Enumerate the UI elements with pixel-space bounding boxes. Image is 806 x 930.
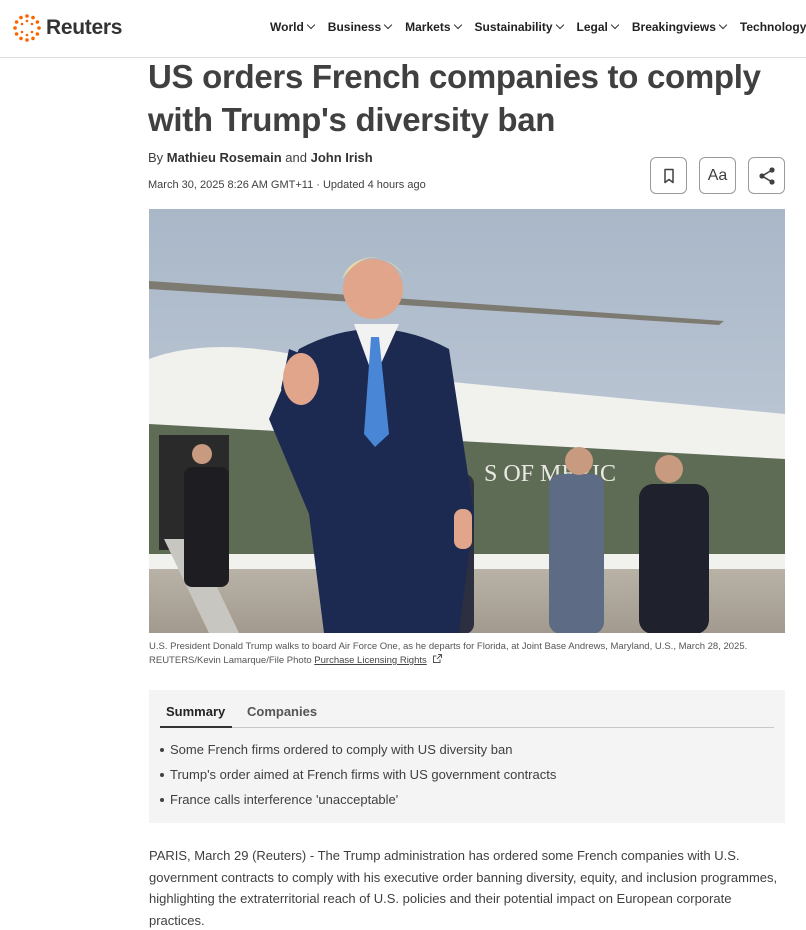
chevron-down-icon [610, 20, 620, 30]
article-dateline: March 30, 2025 8:26 AM GMT+11 · Updated … [148, 179, 426, 191]
purchase-licensing-link[interactable]: Purchase Licensing Rights [314, 655, 426, 666]
nav-item-technology[interactable]: Technology [740, 20, 806, 34]
byline-conjunction: and [285, 150, 307, 165]
nav-item-breakingviews[interactable]: Breakingviews [631, 20, 728, 34]
chevron-down-icon [383, 20, 393, 30]
bullet-text: France calls interference 'unacceptable' [170, 792, 399, 807]
summary-tabs: Summary Companies [159, 690, 774, 728]
top-navigation-bar: Reuters World Business Markets Sustainab… [0, 0, 806, 58]
nav-label: Legal [576, 20, 608, 34]
byline-prefix: By [148, 150, 164, 165]
nav-label: Breakingviews [631, 20, 716, 34]
bookmark-icon [663, 168, 674, 183]
font-size-button[interactable]: Aa [699, 157, 736, 194]
bookmark-button[interactable] [650, 157, 687, 194]
nav-label: Sustainability [474, 20, 553, 34]
nav-item-sustainability[interactable]: Sustainability [474, 20, 564, 34]
nav-label: Markets [405, 20, 451, 34]
nav-item-business[interactable]: Business [327, 20, 393, 34]
byline: By Mathieu Rosemain and John Irish [148, 150, 373, 165]
article-body-paragraph: PARIS, March 29 (Reuters) - The Trump ad… [149, 848, 778, 928]
nav-item-markets[interactable]: Markets [405, 20, 462, 34]
bullet-text: Trump's order aimed at French firms with… [170, 767, 557, 782]
share-button[interactable] [748, 157, 785, 194]
tab-companies[interactable]: Companies [247, 704, 317, 719]
nav-label: Technology [739, 20, 806, 34]
reuters-logo[interactable]: Reuters [12, 13, 122, 43]
nav-label: World [270, 20, 304, 34]
summary-bullet-list: Some French firms ordered to comply with… [160, 742, 556, 817]
external-link-icon[interactable] [432, 653, 443, 664]
nav-item-world[interactable]: World [270, 20, 316, 34]
chevron-down-icon [453, 20, 462, 30]
nav-label: Business [327, 20, 382, 34]
list-item: Trump's order aimed at French firms with… [160, 767, 556, 792]
author-link[interactable]: John Irish [311, 150, 373, 165]
nav-item-legal[interactable]: Legal [576, 20, 620, 34]
author-link[interactable]: Mathieu Rosemain [167, 150, 282, 165]
bullet-icon [160, 773, 164, 777]
reuters-logo-icon [13, 14, 41, 42]
photo-caption: U.S. President Donald Trump walks to boa… [149, 640, 789, 667]
bullet-icon [160, 748, 164, 752]
chevron-down-icon [555, 20, 564, 30]
list-item: France calls interference 'unacceptable' [160, 792, 556, 817]
bullet-icon [160, 798, 164, 802]
main-nav: World Business Markets Sustainability Le… [270, 20, 806, 34]
summary-box: Summary Companies Some French firms orde… [149, 690, 785, 823]
logo-text: Reuters [46, 16, 123, 39]
tab-summary[interactable]: Summary [159, 704, 233, 728]
list-item: Some French firms ordered to comply with… [160, 742, 556, 767]
font-size-icon: Aa [707, 166, 728, 184]
share-icon [758, 166, 775, 185]
article-headline: US orders French companies to comply wit… [148, 58, 761, 138]
article-photo[interactable]: S OF MERIC [149, 209, 785, 633]
chevron-down-icon [718, 20, 728, 30]
caption-text: U.S. President Donald Trump walks to boa… [149, 641, 748, 666]
chevron-down-icon [306, 20, 316, 30]
bullet-text: Some French firms ordered to comply with… [170, 742, 513, 757]
